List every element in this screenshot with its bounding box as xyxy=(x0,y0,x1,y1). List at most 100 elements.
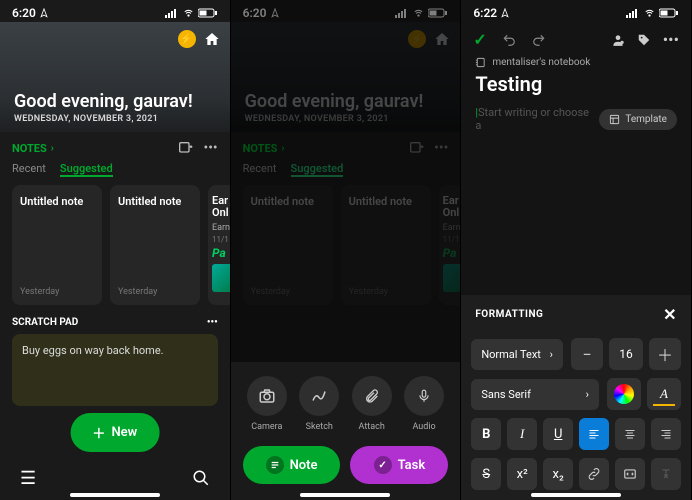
wifi-icon xyxy=(412,8,425,18)
subscript-button[interactable]: x₂ xyxy=(543,458,573,490)
redo-icon[interactable] xyxy=(531,33,547,47)
hero-banner: ⚡ Good evening, gaurav! WEDNESDAY, NOVEM… xyxy=(0,22,230,132)
hero-banner: ⚡ Good evening, gaurav! WEDNESDAY, NOVEM… xyxy=(231,22,461,132)
tag-icon[interactable] xyxy=(637,33,651,47)
battery-icon xyxy=(659,8,679,18)
italic-button[interactable]: I xyxy=(507,418,537,450)
notes-cards[interactable]: Untitled note Yesterday Untitled note Ye… xyxy=(0,185,230,305)
align-center-button[interactable] xyxy=(615,418,645,450)
home-indicator[interactable] xyxy=(70,493,160,497)
note-date: Yesterday xyxy=(118,287,157,297)
signal-icon xyxy=(626,8,640,18)
clear-format-button[interactable] xyxy=(651,458,681,490)
signal-icon xyxy=(395,8,409,18)
close-icon[interactable]: ✕ xyxy=(663,305,677,324)
wifi-icon xyxy=(643,8,656,18)
format-buttons-row-1: B I U xyxy=(461,414,691,454)
status-time: 6:20 xyxy=(12,6,36,20)
create-task-button[interactable]: ✓Task xyxy=(350,446,448,484)
more-icon: ••• xyxy=(434,140,448,156)
home-icon[interactable] xyxy=(434,31,450,47)
note-title-input[interactable]: Testing xyxy=(461,68,691,104)
attach-camera[interactable]: Camera xyxy=(247,376,287,432)
chevron-right-icon: › xyxy=(550,348,553,361)
attach-audio[interactable]: Audio xyxy=(404,376,444,432)
promo-image xyxy=(212,264,231,292)
create-sheet: Camera Sketch Attach Audio Note ✓Task xyxy=(231,362,461,500)
text-style-select[interactable]: Normal Text› xyxy=(471,339,563,370)
battery-icon xyxy=(428,8,448,18)
home-indicator[interactable] xyxy=(531,493,621,497)
home-indicator[interactable] xyxy=(300,493,390,497)
scratch-pad-input[interactable]: Buy eggs on way back home. xyxy=(12,334,218,406)
formatting-sheet: FORMATTING ✕ Normal Text› − 16 ＋ Sans Se… xyxy=(461,295,691,500)
promo-card[interactable]: Ear Onl Earn 11/1 Pa xyxy=(208,185,231,305)
notes-heading: NOTES› xyxy=(243,142,285,155)
highlight-color-button[interactable]: A xyxy=(647,378,681,410)
search-icon[interactable] xyxy=(192,469,210,487)
home-icon[interactable] xyxy=(204,31,220,47)
upgrade-icon[interactable]: ⚡ xyxy=(408,30,426,48)
status-bar: 6:20 xyxy=(0,0,230,22)
done-icon[interactable]: ✓ xyxy=(473,30,486,49)
filter-icon[interactable] xyxy=(177,140,193,156)
superscript-button[interactable]: x² xyxy=(507,458,537,490)
attach-file[interactable]: Attach xyxy=(352,376,392,432)
location-icon xyxy=(39,8,49,18)
tab-suggested: Suggested xyxy=(291,162,344,177)
font-family-select[interactable]: Sans Serif› xyxy=(471,379,599,410)
note-card[interactable]: Untitled note Yesterday xyxy=(12,185,102,305)
formatting-heading: FORMATTING xyxy=(475,309,543,320)
decrease-size-button[interactable]: − xyxy=(571,338,603,370)
location-icon xyxy=(270,8,280,18)
more-icon[interactable]: ••• xyxy=(207,317,218,328)
upgrade-icon[interactable]: ⚡ xyxy=(178,30,196,48)
status-bar: 6:20 xyxy=(231,0,461,22)
undo-icon[interactable] xyxy=(501,33,517,47)
location-icon xyxy=(500,8,510,18)
note-card[interactable]: Untitled note Yesterday xyxy=(110,185,200,305)
new-button[interactable]: ＋ New xyxy=(70,413,159,452)
text-color-button[interactable] xyxy=(607,378,641,410)
editor-toolbar: ✓ ••• xyxy=(461,22,691,57)
underline-button[interactable]: U xyxy=(543,418,573,450)
notes-section-header: NOTES› ••• xyxy=(0,132,230,156)
home-with-create-sheet: 6:20 ⚡ Good evening, gaurav! WEDNESDAY, … xyxy=(231,0,462,500)
scratch-pad-section: SCRATCH PAD ••• Buy eggs on way back hom… xyxy=(12,317,218,406)
align-right-button[interactable] xyxy=(651,418,681,450)
tab-suggested[interactable]: Suggested xyxy=(60,162,113,177)
bold-button[interactable]: B xyxy=(471,418,501,450)
tab-recent[interactable]: Recent xyxy=(12,162,46,177)
template-chip[interactable]: Template xyxy=(599,109,677,130)
notes-heading[interactable]: NOTES› xyxy=(12,142,54,155)
more-icon[interactable]: ••• xyxy=(663,30,679,49)
increase-size-button[interactable]: ＋ xyxy=(649,338,681,370)
more-icon[interactable]: ••• xyxy=(203,140,217,156)
scratch-heading: SCRATCH PAD xyxy=(12,317,78,328)
note-icon xyxy=(266,456,284,474)
note-body-input[interactable]: |Start writing or choose a xyxy=(475,106,591,132)
note-title: Untitled note xyxy=(20,195,94,208)
align-left-button[interactable] xyxy=(579,418,609,450)
notes-section-header: NOTES› ••• xyxy=(231,132,461,156)
filter-icon xyxy=(408,140,424,156)
template-icon xyxy=(609,114,620,125)
create-note-button[interactable]: Note xyxy=(243,446,341,484)
notebook-breadcrumb[interactable]: mentaliser's notebook xyxy=(461,57,691,68)
chevron-right-icon: › xyxy=(586,388,589,401)
strikethrough-button[interactable]: S xyxy=(471,458,501,490)
menu-icon[interactable]: ☰ xyxy=(20,468,36,489)
note-editor: 6:22 ✓ ••• mentaliser's notebook Testing… xyxy=(461,0,692,500)
note-title: Untitled note xyxy=(118,195,192,208)
battery-icon xyxy=(198,8,218,18)
attach-sketch[interactable]: Sketch xyxy=(299,376,339,432)
color-ring-icon xyxy=(614,384,634,404)
share-icon[interactable] xyxy=(611,33,625,47)
tab-recent: Recent xyxy=(243,162,277,177)
home-screen: 6:20 ⚡ Good evening, gaurav! WEDNESDAY, … xyxy=(0,0,231,500)
plus-icon: ＋ xyxy=(92,423,105,442)
link-button[interactable] xyxy=(579,458,609,490)
greeting-text: Good evening, gaurav! xyxy=(245,91,447,112)
date-text: WEDNESDAY, NOVEMBER 3, 2021 xyxy=(245,114,447,124)
code-block-button[interactable] xyxy=(615,458,645,490)
